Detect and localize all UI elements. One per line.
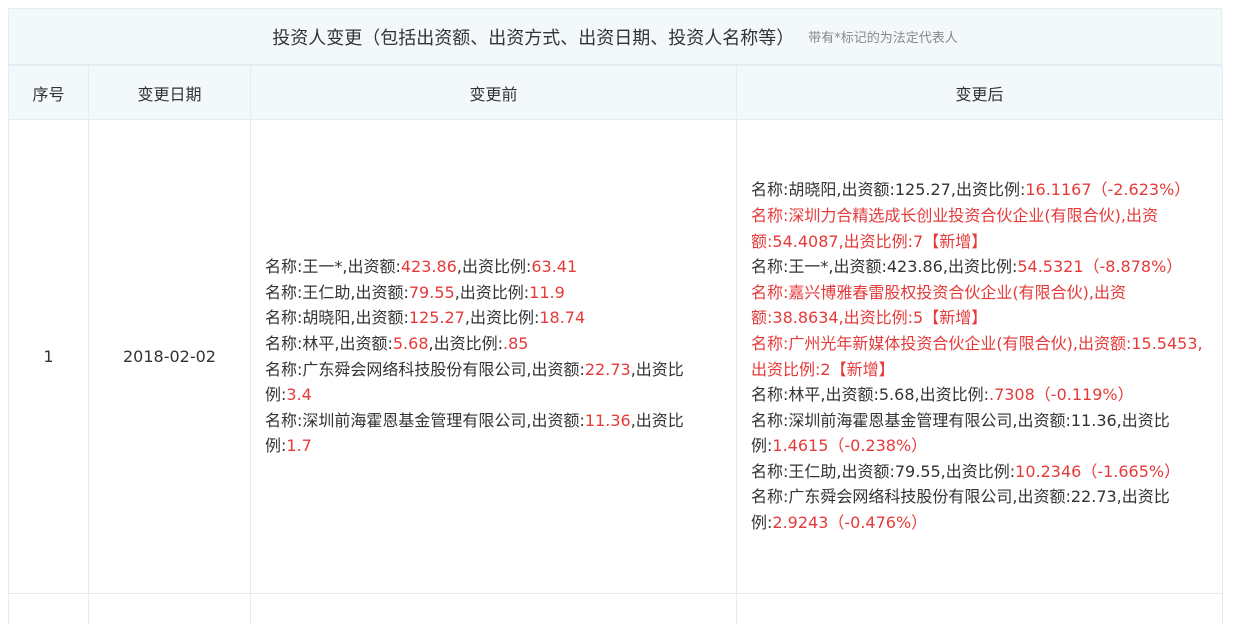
after-entry-new: 名称:嘉兴博雅春雷股权投资合伙企业(有限合伙),出资额:38.8634,出资比例… [751, 282, 1126, 328]
after-ratio: .7308（-0.119%） [988, 385, 1134, 405]
investor-change-panel: 投资人变更（包括出资额、出资方式、出资日期、投资人名称等） 带有*标记的为法定代… [8, 8, 1223, 624]
before-entry-text: 名称:王一*,出资额: [265, 257, 401, 277]
before-entry-text: 名称:王仁助,出资额: [265, 282, 409, 302]
after-entry: 名称:王一*,出资额:423.86,出资比例:54.5321（-8.878%） [751, 254, 1208, 280]
after-entry-text: 名称:胡晓阳,出资额:125.27,出资比例: [751, 180, 1026, 200]
before-entry: 名称:广东舜会网络科技股份有限公司,出资额:22.73,出资比例:3.4 [265, 357, 722, 408]
after-entry: 名称:王仁助,出资额:79.55,出资比例:10.2346（-1.665%） [751, 459, 1208, 485]
before-entry: 名称:王仁助,出资额:79.55,出资比例:11.9 [265, 280, 722, 306]
before-ratio: 11.9 [529, 282, 565, 302]
col-header-date: 变更日期 [88, 65, 251, 120]
before-amount: 423.86 [400, 257, 457, 277]
before-ratio: 3.4 [286, 385, 312, 405]
before-entry-text: 名称:胡晓阳,出资额: [265, 308, 409, 328]
before-entry-text: 名称:广东舜会网络科技股份有限公司,出资额: [265, 359, 585, 379]
after-entry-new: 名称:广州光年新媒体投资合伙企业(有限合伙),出资额:15.5453,出资比例:… [751, 333, 1203, 379]
after-entry-new: 名称:深圳力合精选成长创业投资合伙企业(有限合伙),出资额:54.4087,出资… [751, 205, 1158, 251]
before-entry: 名称:深圳前海霍恩基金管理有限公司,出资额:11.36,出资比例:1.7 [265, 408, 722, 459]
before-entry-text: 名称:深圳前海霍恩基金管理有限公司,出资额: [265, 410, 585, 430]
before-amount: 11.36 [584, 410, 631, 430]
before-entry: 名称:林平,出资额:5.68,出资比例:.85 [265, 331, 722, 357]
after-entry-text: 名称:王仁助,出资额:79.55,出资比例: [751, 461, 1016, 481]
row-date: 2018-02-02 [88, 119, 251, 594]
table-row: 1 2018-02-02 名称:王一*,出资额:423.86,出资比例:63.4… [8, 119, 1223, 594]
after-ratio: 54.5321（-8.878%） [1017, 257, 1183, 277]
after-ratio: 10.2346（-1.665%） [1015, 461, 1181, 481]
empty-cell [88, 593, 251, 624]
before-entry-text: ,出资比例: [456, 257, 532, 277]
col-header-before: 变更前 [250, 65, 737, 120]
before-entry-text: ,出资比例: [428, 333, 503, 353]
before-entry-text: ,出资比例: [454, 282, 530, 302]
before-ratio: 18.74 [539, 308, 586, 328]
before-amount: 125.27 [408, 308, 465, 328]
before-ratio: 1.7 [286, 436, 312, 456]
after-entry-text: 名称:王一*,出资额:423.86,出资比例: [751, 257, 1018, 277]
after-entry: 名称:深圳前海霍恩基金管理有限公司,出资额:11.36,出资比例:1.4615（… [751, 408, 1208, 459]
after-entry-text: 名称:林平,出资额:5.68,出资比例: [751, 385, 989, 405]
before-entry: 名称:王一*,出资额:423.86,出资比例:63.41 [265, 254, 722, 280]
legal-rep-note: 带有*标记的为法定代表人 [808, 31, 958, 46]
investor-change-table: 序号 变更日期 变更前 变更后 1 2018-02-02 名称:王一*,出资额:… [8, 65, 1223, 624]
before-cell: 名称:王一*,出资额:423.86,出资比例:63.41 名称:王仁助,出资额:… [250, 119, 737, 594]
table-row-partial [8, 593, 1223, 624]
before-amount: 79.55 [408, 282, 455, 302]
row-index: 1 [8, 119, 89, 594]
after-cell: 名称:胡晓阳,出资额:125.27,出资比例:16.1167（-2.623%） … [736, 119, 1223, 594]
col-header-after: 变更后 [736, 65, 1223, 120]
before-entry-text: 名称:林平,出资额: [265, 333, 393, 353]
empty-cell [736, 593, 1223, 624]
after-entry: 名称:林平,出资额:5.68,出资比例:.7308（-0.119%） [751, 382, 1208, 408]
col-header-index: 序号 [8, 65, 89, 120]
panel-title: 投资人变更（包括出资额、出资方式、出资日期、投资人名称等） [272, 27, 795, 49]
before-amount: 5.68 [392, 333, 429, 353]
before-entry: 名称:胡晓阳,出资额:125.27,出资比例:18.74 [265, 305, 722, 331]
empty-cell [250, 593, 737, 624]
after-ratio: 1.4615（-0.238%） [772, 436, 928, 456]
after-ratio: 16.1167（-2.623%） [1025, 180, 1191, 200]
empty-cell [8, 593, 89, 624]
after-entry: 名称:胡晓阳,出资额:125.27,出资比例:16.1167（-2.623%） [751, 177, 1208, 203]
after-entry: 名称:广东舜会网络科技股份有限公司,出资额:22.73,出资比例:2.9243（… [751, 484, 1208, 535]
before-entry-text: ,出资比例: [464, 308, 540, 328]
after-ratio: 2.9243（-0.476%） [772, 513, 928, 533]
before-ratio: .85 [502, 333, 529, 353]
before-ratio: 63.41 [531, 257, 578, 277]
panel-header: 投资人变更（包括出资额、出资方式、出资日期、投资人名称等） 带有*标记的为法定代… [8, 8, 1222, 65]
before-amount: 22.73 [584, 359, 631, 379]
table-header-row: 序号 变更日期 变更前 变更后 [8, 65, 1223, 120]
